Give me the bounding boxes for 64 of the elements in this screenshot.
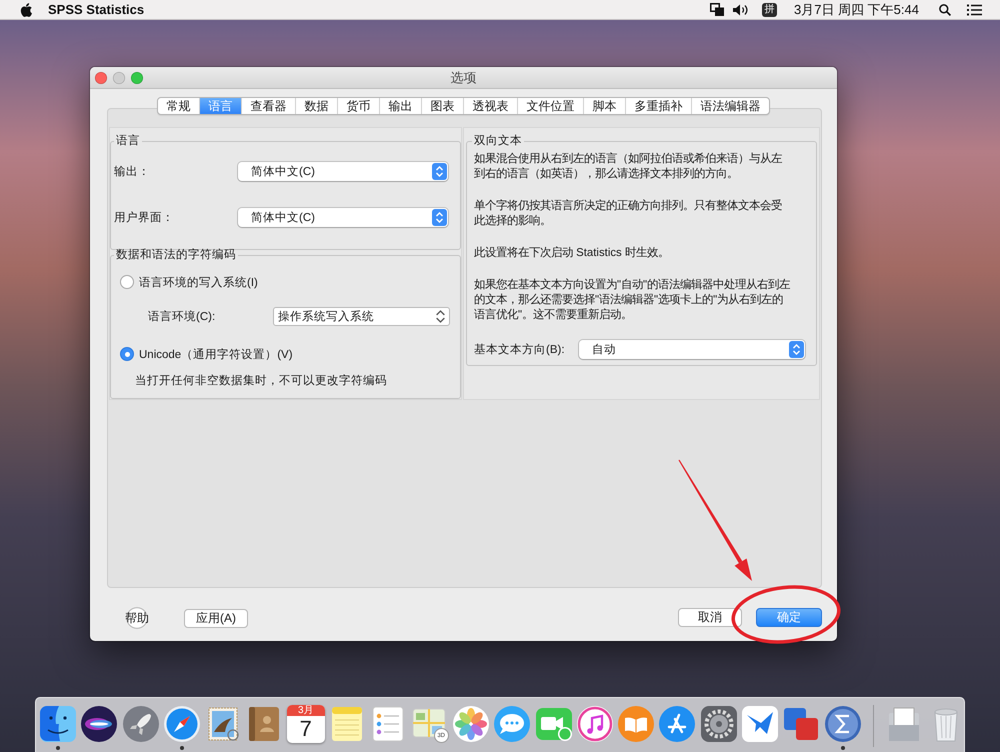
- compass-icon[interactable]: [162, 705, 201, 743]
- calendar-icon[interactable]: 3月 7: [286, 705, 325, 743]
- gear-icon[interactable]: [700, 705, 738, 743]
- radio-label[interactable]: 语言环境的写入系统(I): [139, 274, 258, 290]
- stepper-icon: [789, 341, 804, 358]
- volume-icon[interactable]: [733, 4, 749, 16]
- window-title: 选项: [450, 68, 476, 86]
- tab[interactable]: 透视表: [463, 98, 517, 114]
- flower-icon[interactable]: [452, 705, 490, 743]
- radio-label[interactable]: Unicode（通用字符设置）(V): [139, 346, 293, 362]
- speech-bubble-icon[interactable]: [493, 705, 532, 743]
- radio-button[interactable]: [120, 347, 134, 361]
- close-button[interactable]: [95, 72, 107, 84]
- list-icon[interactable]: [967, 4, 982, 16]
- video-camera-icon[interactable]: [534, 705, 573, 743]
- description-text: 如果您在基本文本方向设置为"自动"的语法编辑器中处理从右到左的文本，那么还需要选择"语法编辑器"选项卡上的"为从右到左的语言优化"。这不需要重新启动。: [474, 278, 791, 323]
- field-label: 语言环境(C):: [148, 309, 216, 324]
- open-book-icon[interactable]: [617, 705, 656, 743]
- popup-button[interactable]: 简体中文(C): [238, 208, 448, 227]
- field-label: 输出：: [114, 164, 151, 179]
- tab[interactable]: 脚本: [583, 98, 625, 114]
- calendar-month-label: 3月: [286, 705, 325, 716]
- menu-bar-clock[interactable]: 3月7日 周四 下午5:44: [794, 0, 919, 18]
- help-button[interactable]: 帮助: [125, 607, 149, 629]
- overlapping-squares-icon[interactable]: [710, 3, 724, 16]
- stepper-icon: [432, 209, 447, 226]
- apple-icon[interactable]: [20, 2, 32, 16]
- description-text: 单个字将仍按其语言所决定的正确方向排列。只有整体文本会受此选择的影响。: [474, 199, 783, 229]
- tab[interactable]: 多重插补: [625, 98, 691, 114]
- calendar-day-label: 7: [300, 716, 312, 742]
- tab[interactable]: 图表: [421, 98, 463, 114]
- radio-button[interactable]: [120, 275, 134, 289]
- tab[interactable]: 查看器: [241, 98, 295, 114]
- orb-icon[interactable]: [80, 705, 118, 743]
- stepper-icon: [432, 163, 447, 180]
- app-menu-title[interactable]: SPSS Statistics: [48, 2, 144, 17]
- field-label: 基本文本方向(B):: [474, 342, 566, 357]
- description-text: 如果混合使用从右到左的语言（如阿拉伯语或希伯来语）与从左到右的语言（如英语），那么请选择文本排列的方向。: [474, 152, 783, 182]
- group-title: 数据和语法的字符编码: [115, 248, 237, 262]
- search-icon[interactable]: [939, 4, 951, 16]
- tab[interactable]: 数据: [295, 98, 337, 114]
- input-method-indicator[interactable]: 拼: [762, 2, 777, 16]
- popup-button[interactable]: 简体中文(C): [238, 162, 448, 181]
- sigma-icon[interactable]: [824, 705, 862, 743]
- tab[interactable]: 输出: [379, 98, 421, 114]
- group-title: 语言: [115, 134, 141, 148]
- push-button[interactable]: 取消: [678, 608, 742, 627]
- a-shape-icon[interactable]: [658, 705, 696, 743]
- tab[interactable]: 货币: [337, 98, 379, 114]
- music-note-icon[interactable]: [576, 705, 614, 743]
- push-button[interactable]: 应用(A): [184, 609, 248, 628]
- face-icon[interactable]: [39, 705, 77, 743]
- combo-box[interactable]: 操作系统写入系统: [273, 307, 450, 326]
- tab[interactable]: 文件位置: [517, 98, 583, 114]
- info-text: 当打开任何非空数据集时，不可以更改字符编码: [135, 375, 388, 388]
- zoom-button[interactable]: [131, 72, 143, 84]
- rocket-icon[interactable]: [122, 705, 160, 743]
- bird-icon[interactable]: [741, 705, 780, 743]
- popup-button[interactable]: 自动: [579, 340, 805, 359]
- tab[interactable]: 常规: [158, 98, 199, 114]
- field-label: 用户界面：: [114, 210, 175, 225]
- chevrons-icon: [436, 310, 445, 323]
- group-title: 双向文本: [473, 134, 523, 148]
- description-text: 此设置将在下次启动 Statistics 时生效。: [474, 246, 670, 261]
